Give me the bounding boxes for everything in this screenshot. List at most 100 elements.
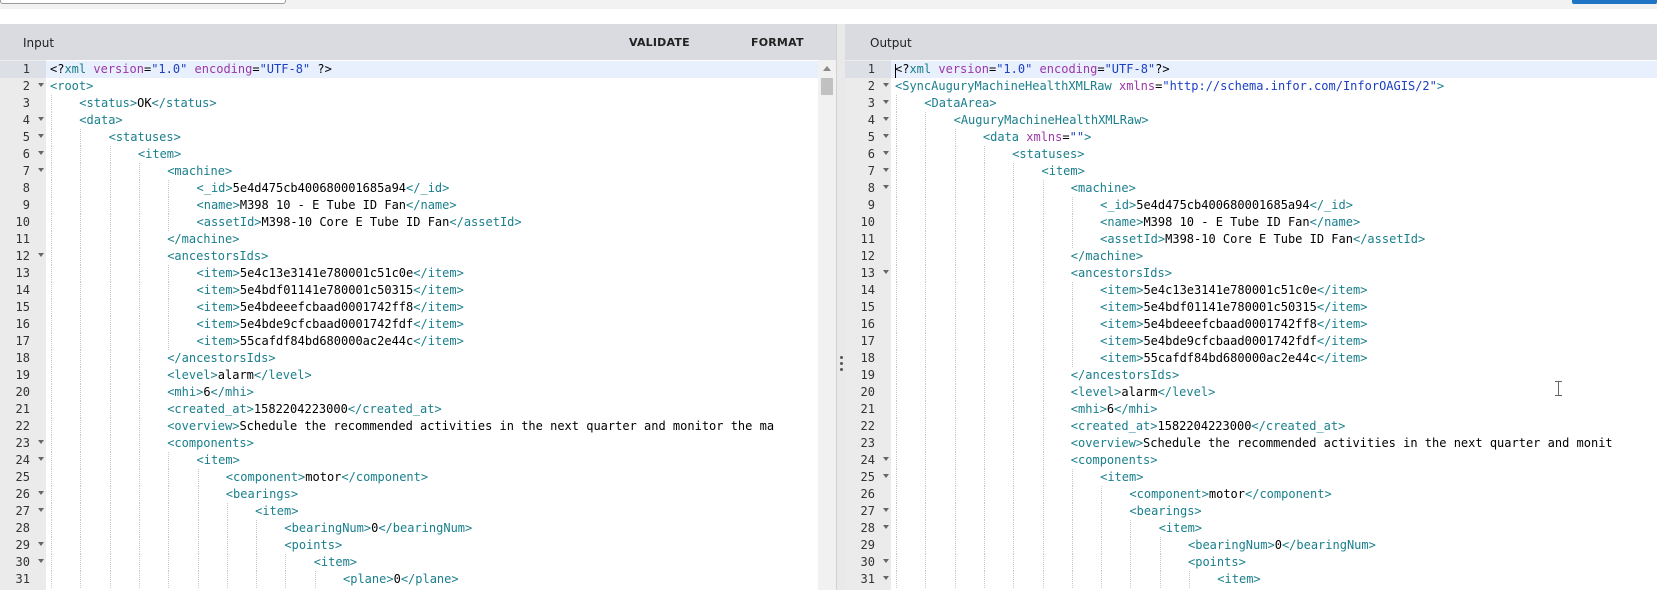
indent-guide — [80, 537, 82, 554]
code-line[interactable]: 4 <AuguryMachineHealthXMLRaw> — [845, 112, 1657, 129]
code-line[interactable]: 14 <item>5e4c13e3141e780001c51c0e</item> — [845, 282, 1657, 299]
code-line[interactable]: 20 <level>alarm</level> — [845, 384, 1657, 401]
code-line[interactable]: 14 <item>5e4bdf01141e780001c50315</item> — [0, 282, 836, 299]
code-line[interactable]: 20 <mhi>6</mhi> — [0, 384, 836, 401]
code-line[interactable]: 27 <bearings> — [845, 503, 1657, 520]
code-line[interactable]: 6 <item> — [0, 146, 836, 163]
code-line[interactable]: 5 <statuses> — [0, 129, 836, 146]
code-line[interactable]: 30 <item> — [0, 554, 836, 571]
code-line[interactable]: 1 <?xml version="1.0" encoding="UTF-8"?> — [845, 61, 1657, 78]
fold-arrow-icon[interactable] — [38, 83, 44, 87]
fold-arrow-icon[interactable] — [38, 508, 44, 512]
fold-arrow-icon[interactable] — [38, 457, 44, 461]
code-line[interactable]: 26 <bearings> — [0, 486, 836, 503]
code-line[interactable]: 28 <item> — [845, 520, 1657, 537]
code-line[interactable]: 11 <assetId>M398-10 Core E Tube ID Fan</a… — [845, 231, 1657, 248]
fold-arrow-icon[interactable] — [38, 542, 44, 546]
code-line[interactable]: 25 <component>motor</component> — [0, 469, 836, 486]
code-line[interactable]: 2 <root> — [0, 78, 836, 95]
code-line[interactable]: 22 <created_at>1582204223000</created_at> — [845, 418, 1657, 435]
code-line[interactable]: 25 <item> — [845, 469, 1657, 486]
fold-arrow-icon[interactable] — [883, 576, 889, 580]
code-line[interactable]: 16 <item>5e4bdeeefcbaad0001742ff8</item> — [845, 316, 1657, 333]
fold-arrow-icon[interactable] — [883, 134, 889, 138]
input-code-editor[interactable]: 1 <?xml version="1.0" encoding="UTF-8" ?>… — [0, 60, 836, 590]
fold-arrow-icon[interactable] — [883, 100, 889, 104]
code-line[interactable]: 7 <item> — [845, 163, 1657, 180]
fold-arrow-icon[interactable] — [38, 151, 44, 155]
fold-arrow-icon[interactable] — [883, 457, 889, 461]
code-line[interactable]: 17 <item>5e4bde9cfcbaad0001742fdf</item> — [845, 333, 1657, 350]
code-line[interactable]: 10 <name>M398 10 - E Tube ID Fan</name> — [845, 214, 1657, 231]
fold-arrow-icon[interactable] — [38, 168, 44, 172]
fold-arrow-icon[interactable] — [883, 508, 889, 512]
validate-button[interactable]: VALIDATE — [629, 36, 690, 49]
code-line[interactable]: 3 <status>OK</status> — [0, 95, 836, 112]
fold-arrow-icon[interactable] — [38, 559, 44, 563]
fold-arrow-icon[interactable] — [38, 440, 44, 444]
fold-arrow-icon[interactable] — [883, 270, 889, 274]
fold-arrow-icon[interactable] — [38, 134, 44, 138]
fold-arrow-icon[interactable] — [38, 117, 44, 121]
panel-splitter[interactable] — [836, 24, 845, 590]
code-line[interactable]: 12 </machine> — [845, 248, 1657, 265]
code-line[interactable]: 21 <created_at>1582204223000</created_at> — [0, 401, 836, 418]
fold-arrow-icon[interactable] — [883, 474, 889, 478]
fold-arrow-icon[interactable] — [883, 168, 889, 172]
code-line[interactable]: 23 <components> — [0, 435, 836, 452]
code-line[interactable]: 18 <item>55cafdf84bd680000ac2e44c</item> — [845, 350, 1657, 367]
code-line[interactable]: 12 <ancestorsIds> — [0, 248, 836, 265]
fold-arrow-icon[interactable] — [883, 525, 889, 529]
fold-arrow-icon[interactable] — [38, 253, 44, 257]
code-line[interactable]: 31 <item> — [845, 571, 1657, 588]
fold-arrow-icon[interactable] — [883, 117, 889, 121]
code-line[interactable]: 10 <assetId>M398-10 Core E Tube ID Fan</a… — [0, 214, 836, 231]
code-line[interactable]: 19 </ancestorsIds> — [845, 367, 1657, 384]
fold-arrow-icon[interactable] — [883, 185, 889, 189]
code-line[interactable]: 8 <machine> — [845, 180, 1657, 197]
code-line[interactable]: 30 <points> — [845, 554, 1657, 571]
fold-arrow-icon[interactable] — [38, 491, 44, 495]
code-line[interactable]: 9 <name>M398 10 - E Tube ID Fan</name> — [0, 197, 836, 214]
code-line[interactable]: 8 <_id>5e4d475cb400680001685a94</_id> — [0, 180, 836, 197]
code-line[interactable]: 7 <machine> — [0, 163, 836, 180]
code-line[interactable]: 22 <overview>Schedule the recommended act… — [0, 418, 836, 435]
code-line[interactable]: 3 <DataArea> — [845, 95, 1657, 112]
scroll-up-arrow-icon[interactable] — [823, 66, 831, 71]
top-text-field[interactable] — [0, 0, 286, 4]
output-code-editor[interactable]: 1 <?xml version="1.0" encoding="UTF-8"?> 2… — [845, 60, 1657, 590]
code-line[interactable]: 9 <_id>5e4d475cb400680001685a94</_id> — [845, 197, 1657, 214]
code-line[interactable]: 19 <level>alarm</level> — [0, 367, 836, 384]
code-line[interactable]: 24 <components> — [845, 452, 1657, 469]
code-line[interactable]: 28 <bearingNum>0</bearingNum> — [0, 520, 836, 537]
code-line[interactable]: 18 </ancestorsIds> — [0, 350, 836, 367]
input-vertical-scrollbar[interactable] — [818, 60, 836, 590]
code-line[interactable]: 15 <item>5e4bdf01141e780001c50315</item> — [845, 299, 1657, 316]
code-line[interactable]: 29 <points> — [0, 537, 836, 554]
code-line[interactable]: 15 <item>5e4bdeeefcbaad0001742ff8</item> — [0, 299, 836, 316]
code-line[interactable]: 31 <plane>0</plane> — [0, 571, 836, 588]
code-line[interactable]: 13 <item>5e4c13e3141e780001c51c0e</item> — [0, 265, 836, 282]
code-line[interactable]: 17 <item>55cafdf84bd680000ac2e44c</item> — [0, 333, 836, 350]
fold-arrow-icon[interactable] — [883, 83, 889, 87]
fold-arrow-icon[interactable] — [883, 151, 889, 155]
code-line[interactable]: 2 <SyncAuguryMachineHealthXMLRaw xmlns="h… — [845, 78, 1657, 95]
code-line[interactable]: 16 <item>5e4bde9cfcbaad0001742fdf</item> — [0, 316, 836, 333]
fold-arrow-icon[interactable] — [883, 559, 889, 563]
scrollbar-thumb[interactable] — [821, 78, 833, 95]
code-line[interactable]: 26 <component>motor</component> — [845, 486, 1657, 503]
code-line[interactable]: 4 <data> — [0, 112, 836, 129]
code-line[interactable]: 13 <ancestorsIds> — [845, 265, 1657, 282]
code-line[interactable]: 6 <statuses> — [845, 146, 1657, 163]
top-action-button[interactable] — [1572, 0, 1657, 4]
drag-handle-icon[interactable] — [840, 356, 843, 374]
format-button[interactable]: FORMAT — [751, 36, 804, 49]
code-line[interactable]: 5 <data xmlns=""> — [845, 129, 1657, 146]
code-line[interactable]: 23 <overview>Schedule the recommended act… — [845, 435, 1657, 452]
code-line[interactable]: 27 <item> — [0, 503, 836, 520]
code-line[interactable]: 24 <item> — [0, 452, 836, 469]
code-line[interactable]: 11 </machine> — [0, 231, 836, 248]
code-line[interactable]: 1 <?xml version="1.0" encoding="UTF-8" ?> — [0, 61, 836, 78]
code-line[interactable]: 29 <bearingNum>0</bearingNum> — [845, 537, 1657, 554]
code-line[interactable]: 21 <mhi>6</mhi> — [845, 401, 1657, 418]
